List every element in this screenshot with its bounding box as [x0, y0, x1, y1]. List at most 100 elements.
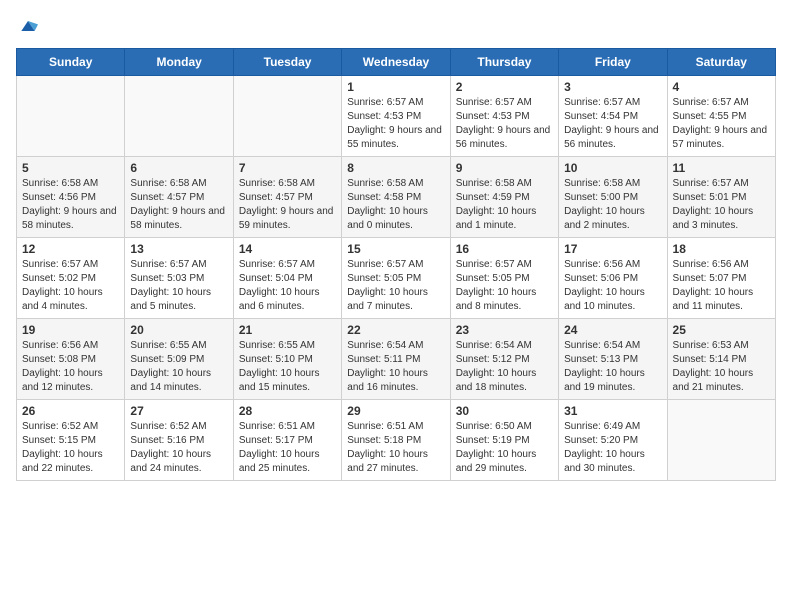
calendar-header-thursday: Thursday: [450, 49, 558, 76]
day-number: 26: [22, 404, 119, 418]
calendar-cell: 3 Sunrise: 6:57 AM Sunset: 4:54 PM Daylig…: [559, 76, 667, 157]
calendar-cell: 8 Sunrise: 6:58 AM Sunset: 4:58 PM Daylig…: [342, 157, 450, 238]
logo-icon: [18, 16, 38, 36]
day-number: 13: [130, 242, 227, 256]
day-info: Sunrise: 6:52 AM Sunset: 5:16 PM Dayligh…: [130, 420, 227, 476]
day-number: 1: [347, 80, 444, 94]
day-number: 5: [22, 161, 119, 175]
calendar-header-friday: Friday: [559, 49, 667, 76]
day-info: Sunrise: 6:57 AM Sunset: 5:02 PM Dayligh…: [22, 258, 119, 314]
day-number: 22: [347, 323, 444, 337]
calendar-header-row: SundayMondayTuesdayWednesdayThursdayFrid…: [17, 49, 776, 76]
day-info: Sunrise: 6:53 AM Sunset: 5:14 PM Dayligh…: [673, 339, 770, 395]
day-number: 12: [22, 242, 119, 256]
day-info: Sunrise: 6:58 AM Sunset: 4:58 PM Dayligh…: [347, 177, 444, 233]
day-info: Sunrise: 6:58 AM Sunset: 4:57 PM Dayligh…: [239, 177, 336, 233]
day-info: Sunrise: 6:58 AM Sunset: 4:56 PM Dayligh…: [22, 177, 119, 233]
calendar-cell: 24 Sunrise: 6:54 AM Sunset: 5:13 PM Dayli…: [559, 319, 667, 400]
day-number: 27: [130, 404, 227, 418]
day-info: Sunrise: 6:50 AM Sunset: 5:19 PM Dayligh…: [456, 420, 553, 476]
day-number: 23: [456, 323, 553, 337]
day-number: 8: [347, 161, 444, 175]
calendar-cell: 22 Sunrise: 6:54 AM Sunset: 5:11 PM Dayli…: [342, 319, 450, 400]
calendar-week-row: 26 Sunrise: 6:52 AM Sunset: 5:15 PM Dayli…: [17, 400, 776, 481]
calendar-cell: 1Sunrise: 6:57 AM Sunset: 4:53 PM Daylig…: [342, 76, 450, 157]
calendar-cell: 26 Sunrise: 6:52 AM Sunset: 5:15 PM Dayli…: [17, 400, 125, 481]
day-info: Sunrise: 6:57 AM Sunset: 4:53 PM Dayligh…: [456, 96, 553, 152]
day-info: Sunrise: 6:52 AM Sunset: 5:15 PM Dayligh…: [22, 420, 119, 476]
day-number: 18: [673, 242, 770, 256]
day-info: Sunrise: 6:54 AM Sunset: 5:12 PM Dayligh…: [456, 339, 553, 395]
calendar-cell: 15 Sunrise: 6:57 AM Sunset: 5:05 PM Dayli…: [342, 238, 450, 319]
calendar-header-wednesday: Wednesday: [342, 49, 450, 76]
calendar-cell: 29 Sunrise: 6:51 AM Sunset: 5:18 PM Dayli…: [342, 400, 450, 481]
calendar-week-row: 12 Sunrise: 6:57 AM Sunset: 5:02 PM Dayli…: [17, 238, 776, 319]
calendar-cell: 28Sunrise: 6:51 AM Sunset: 5:17 PM Dayli…: [233, 400, 341, 481]
day-info: Sunrise: 6:58 AM Sunset: 5:00 PM Dayligh…: [564, 177, 661, 233]
day-info: Sunrise: 6:58 AM Sunset: 4:57 PM Dayligh…: [130, 177, 227, 233]
calendar-header-saturday: Saturday: [667, 49, 775, 76]
day-info: Sunrise: 6:57 AM Sunset: 4:55 PM Dayligh…: [673, 96, 770, 152]
calendar-cell: 5 Sunrise: 6:58 AM Sunset: 4:56 PM Daylig…: [17, 157, 125, 238]
day-info: Sunrise: 6:56 AM Sunset: 5:07 PM Dayligh…: [673, 258, 770, 314]
calendar-header-sunday: Sunday: [17, 49, 125, 76]
day-number: 9: [456, 161, 553, 175]
calendar-header-tuesday: Tuesday: [233, 49, 341, 76]
day-number: 25: [673, 323, 770, 337]
day-number: 11: [673, 161, 770, 175]
day-info: Sunrise: 6:57 AM Sunset: 5:03 PM Dayligh…: [130, 258, 227, 314]
calendar-cell: 19Sunrise: 6:56 AM Sunset: 5:08 PM Dayli…: [17, 319, 125, 400]
day-number: 24: [564, 323, 661, 337]
calendar-cell: 27 Sunrise: 6:52 AM Sunset: 5:16 PM Dayli…: [125, 400, 233, 481]
calendar-cell: 4 Sunrise: 6:57 AM Sunset: 4:55 PM Daylig…: [667, 76, 775, 157]
day-number: 17: [564, 242, 661, 256]
day-number: 7: [239, 161, 336, 175]
day-info: Sunrise: 6:51 AM Sunset: 5:18 PM Dayligh…: [347, 420, 444, 476]
calendar-cell: 9 Sunrise: 6:58 AM Sunset: 4:59 PM Daylig…: [450, 157, 558, 238]
day-number: 28: [239, 404, 336, 418]
day-number: 4: [673, 80, 770, 94]
day-number: 10: [564, 161, 661, 175]
calendar-cell: 16Sunrise: 6:57 AM Sunset: 5:05 PM Dayli…: [450, 238, 558, 319]
calendar-cell: 31 Sunrise: 6:49 AM Sunset: 5:20 PM Dayli…: [559, 400, 667, 481]
day-number: 21: [239, 323, 336, 337]
calendar-week-row: 1 Sunrise: 6:57 AM Sunset: 4:53 PM Daylig…: [17, 76, 776, 157]
day-number: 3: [564, 80, 661, 94]
day-number: 29: [347, 404, 444, 418]
calendar-table: SundayMondayTuesdayWednesdayThursdayFrid…: [16, 48, 776, 481]
day-number: 15: [347, 242, 444, 256]
calendar-cell: 23 Sunrise: 6:54 AM Sunset: 5:12 PM Dayli…: [450, 319, 558, 400]
calendar-header-monday: Monday: [125, 49, 233, 76]
day-number: 31: [564, 404, 661, 418]
day-number: 6: [130, 161, 227, 175]
day-info: Sunrise: 6:55 AM Sunset: 5:10 PM Dayligh…: [239, 339, 336, 395]
calendar-cell: [667, 400, 775, 481]
day-info: Sunrise: 6:49 AM Sunset: 5:20 PM Dayligh…: [564, 420, 661, 476]
page-header: [16, 16, 776, 36]
day-info: Sunrise: 6:58 AM Sunset: 4:59 PM Dayligh…: [456, 177, 553, 233]
calendar-cell: 12 Sunrise: 6:57 AM Sunset: 5:02 PM Dayli…: [17, 238, 125, 319]
calendar-cell: 14Sunrise: 6:57 AM Sunset: 5:04 PM Dayli…: [233, 238, 341, 319]
calendar-cell: 17 Sunrise: 6:56 AM Sunset: 5:06 PM Dayli…: [559, 238, 667, 319]
calendar-cell: 7 Sunrise: 6:58 AM Sunset: 4:57 PM Daylig…: [233, 157, 341, 238]
day-info: Sunrise: 6:57 AM Sunset: 5:01 PM Dayligh…: [673, 177, 770, 233]
day-info: Sunrise: 6:56 AM Sunset: 5:06 PM Dayligh…: [564, 258, 661, 314]
calendar-cell: 20 Sunrise: 6:55 AM Sunset: 5:09 PM Dayli…: [125, 319, 233, 400]
calendar-cell: [125, 76, 233, 157]
calendar-week-row: 5 Sunrise: 6:58 AM Sunset: 4:56 PM Daylig…: [17, 157, 776, 238]
day-number: 16: [456, 242, 553, 256]
day-info: Sunrise: 6:54 AM Sunset: 5:13 PM Dayligh…: [564, 339, 661, 395]
calendar-cell: 18 Sunrise: 6:56 AM Sunset: 5:07 PM Dayli…: [667, 238, 775, 319]
day-number: 2: [456, 80, 553, 94]
day-info: Sunrise: 6:54 AM Sunset: 5:11 PM Dayligh…: [347, 339, 444, 395]
calendar-cell: 11 Sunrise: 6:57 AM Sunset: 5:01 PM Dayli…: [667, 157, 775, 238]
calendar-cell: 10 Sunrise: 6:58 AM Sunset: 5:00 PM Dayli…: [559, 157, 667, 238]
day-number: 30: [456, 404, 553, 418]
calendar-cell: 25 Sunrise: 6:53 AM Sunset: 5:14 PM Dayli…: [667, 319, 775, 400]
day-number: 20: [130, 323, 227, 337]
calendar-cell: [233, 76, 341, 157]
day-info: Sunrise: 6:57 AM Sunset: 5:05 PM Dayligh…: [347, 258, 444, 314]
day-number: 14: [239, 242, 336, 256]
day-info: Sunrise: 6:55 AM Sunset: 5:09 PM Dayligh…: [130, 339, 227, 395]
day-info: Sunrise: 6:57 AM Sunset: 4:54 PM Dayligh…: [564, 96, 661, 152]
